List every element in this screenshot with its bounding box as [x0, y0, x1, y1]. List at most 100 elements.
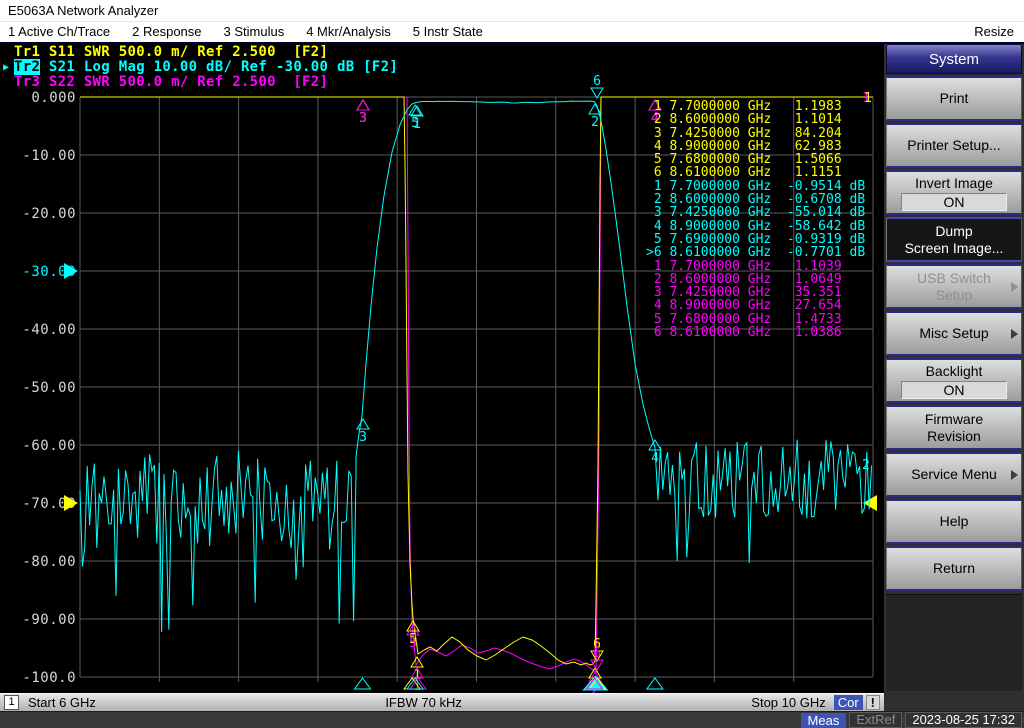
softkey-usb-switch-setup: USB SwitchSetup: [886, 264, 1022, 309]
stimulus-marker: [355, 678, 371, 689]
softkey-panel-footer: [886, 594, 1022, 691]
menu-item-1[interactable]: 1 Active Ch/Trace: [0, 22, 121, 42]
softkey-invert-image[interactable]: Invert ImageON: [886, 170, 1022, 215]
stimulus-bar-filler: [884, 693, 1024, 711]
submenu-arrow-icon: [1011, 282, 1018, 292]
softkey-state-value: ON: [901, 381, 1007, 399]
marker-row-tr2-1: 1 7.7000000 GHz -0.9514 dB: [646, 180, 865, 193]
trace-format-text: S21 Log Mag 10.00 dB/ Ref -30.00 dB [F2]: [40, 59, 398, 75]
softkey-printer-setup[interactable]: Printer Setup...: [886, 123, 1022, 168]
extref-status: ExtRef: [849, 712, 902, 728]
marker-number: 2: [591, 115, 599, 130]
menu-item-3[interactable]: 3 Stimulus: [213, 22, 296, 42]
marker-number: 3: [359, 430, 367, 445]
marker-row-tr3-1: 1 7.7000000 GHz 1.1039: [646, 260, 865, 273]
y-axis-label: -40.00: [22, 322, 76, 338]
softkey-dump-screen-image[interactable]: DumpScreen Image...: [886, 217, 1022, 262]
submenu-arrow-icon: [1011, 470, 1018, 480]
menu-item-2[interactable]: 2 Response: [121, 22, 212, 42]
marker-row-tr3-5: 5 7.6800000 GHz 1.4733: [646, 313, 865, 326]
softkey-backlight[interactable]: BacklightON: [886, 358, 1022, 403]
y-axis-label: -100.0: [22, 670, 76, 686]
trace-info-area: Tr1 S11 SWR 500.0 m/ Ref 2.500 [F2]▶Tr2 …: [3, 45, 398, 90]
correction-badge: Cor: [834, 695, 863, 710]
datetime-display: 2023-08-25 17:32: [905, 712, 1022, 728]
menu-item-4[interactable]: 4 Mkr/Analysis: [295, 22, 402, 42]
marker-row-tr1-3: 3 7.4250000 GHz 84.204: [646, 127, 865, 140]
y-axis-label: -20.00: [22, 206, 76, 222]
marker-symbol: [357, 419, 369, 429]
marker-row-tr1-1: 1 7.7000000 GHz 1.1983: [646, 100, 865, 113]
marker-row-tr2-5: 5 7.6900000 GHz -0.9319 dB: [646, 233, 865, 246]
marker-number: 5: [409, 636, 417, 651]
marker-number: 3: [359, 111, 367, 126]
trace-format-text: S22 SWR 500.0 m/ Ref 2.500 [F2]: [40, 74, 328, 90]
softkey-return[interactable]: Return: [886, 546, 1022, 591]
warning-badge: !: [866, 695, 880, 710]
marker-row-tr3-2: 2 8.6000000 GHz 1.0649: [646, 273, 865, 286]
trace-indicator: 2: [862, 458, 870, 473]
resize-menu-item[interactable]: Resize: [974, 22, 1024, 42]
marker-row-tr2-2: 2 8.6000000 GHz -0.6708 dB: [646, 193, 865, 206]
trace-id: Tr2: [14, 59, 40, 75]
status-bar: Meas ExtRef 2023-08-25 17:32: [0, 711, 1024, 728]
active-trace-arrow-icon: ▶: [3, 60, 14, 75]
marker-symbol: [357, 100, 369, 110]
marker-number: 6: [593, 646, 601, 661]
softkey-misc-setup[interactable]: Misc Setup: [886, 311, 1022, 356]
y-axis-label: -90.00: [22, 612, 76, 628]
y-axis-label: -60.00: [22, 438, 76, 454]
meas-status-badge: Meas: [801, 713, 847, 728]
marker-row-tr1-6: 6 8.6100000 GHz 1.1151: [646, 166, 865, 179]
start-frequency-label: Start 6 GHz: [28, 695, 96, 710]
window-title: E5063A Network Analyzer: [8, 3, 158, 18]
window-titlebar: E5063A Network Analyzer: [0, 0, 1024, 22]
marker-row-tr3-3: 3 7.4250000 GHz 35.351: [646, 286, 865, 299]
marker-row-tr3-6: 6 8.6100000 GHz 1.0386: [646, 326, 865, 339]
marker-row-tr1-2: 2 8.6000000 GHz 1.1014: [646, 113, 865, 126]
softkey-print[interactable]: Print: [886, 76, 1022, 121]
channel-number-box: 1: [4, 695, 19, 710]
trace-info-tr2[interactable]: ▶Tr2 S21 Log Mag 10.00 dB/ Ref -30.00 dB…: [3, 60, 398, 75]
submenu-arrow-icon: [1011, 329, 1018, 339]
softkey-menu-title: System: [886, 44, 1022, 74]
stop-frequency-label: Stop 10 GHz: [751, 695, 825, 710]
active-trace-arrow-icon: [3, 75, 14, 90]
app-window: E5063A Network Analyzer 1 Active Ch/Trac…: [0, 0, 1024, 728]
softkey-help[interactable]: Help: [886, 499, 1022, 544]
active-trace-arrow-icon: [3, 45, 14, 60]
softkey-panel: System PrintPrinter Setup...Invert Image…: [884, 44, 1024, 693]
marker-row-tr2-3: 3 7.4250000 GHz -55.014 dB: [646, 206, 865, 219]
marker-number: 5: [411, 116, 419, 131]
trace-format-text: S11 SWR 500.0 m/ Ref 2.500 [F2]: [40, 44, 328, 60]
stimulus-marker: [647, 678, 663, 689]
menubar: 1 Active Ch/Trace2 Response3 Stimulus4 M…: [0, 22, 1024, 42]
marker-number: 6: [593, 74, 601, 89]
marker-row-tr3-4: 4 8.9000000 GHz 27.654: [646, 299, 865, 312]
trace-info-tr3[interactable]: Tr3 S22 SWR 500.0 m/ Ref 2.500 [F2]: [3, 75, 398, 90]
trace-indicator: 1: [864, 91, 872, 106]
softkey-state-value: ON: [901, 193, 1007, 211]
marker-number: 4: [651, 451, 659, 466]
instrument-screen: 0.000-10.00-20.00-30.00-40.00-50.00-60.0…: [0, 44, 884, 693]
trace-info-tr1[interactable]: Tr1 S11 SWR 500.0 m/ Ref 2.500 [F2]: [3, 45, 398, 60]
menu-item-5[interactable]: 5 Instr State: [402, 22, 494, 42]
marker-symbol: [357, 100, 369, 110]
softkey-service-menu[interactable]: Service Menu: [886, 452, 1022, 497]
y-axis-label: 0.000: [31, 90, 76, 106]
marker-row-tr2-6: >6 8.6100000 GHz -0.7701 dB: [646, 246, 865, 259]
marker-readout-tables: 1 7.7000000 GHz 1.1983 2 8.6000000 GHz 1…: [646, 100, 865, 339]
marker-row-tr1-5: 5 7.6800000 GHz 1.5066: [646, 153, 865, 166]
menubar-spacer: [494, 22, 974, 42]
y-axis-label: -80.00: [22, 554, 76, 570]
softkey-firmware-revision[interactable]: FirmwareRevision: [886, 405, 1022, 450]
trace-id: Tr1: [14, 44, 40, 60]
marker-row-tr1-4: 4 8.9000000 GHz 62.983: [646, 140, 865, 153]
marker-row-tr2-4: 4 8.9000000 GHz -58.642 dB: [646, 220, 865, 233]
y-axis-label: -50.00: [22, 380, 76, 396]
marker-symbol: [411, 657, 423, 667]
ifbw-label: IFBW 70 kHz: [385, 695, 462, 710]
y-axis-label: -10.00: [22, 148, 76, 164]
stimulus-bar: 1 Start 6 GHz IFBW 70 kHz Stop 10 GHz Co…: [0, 693, 884, 711]
trace-id: Tr3: [14, 74, 40, 90]
